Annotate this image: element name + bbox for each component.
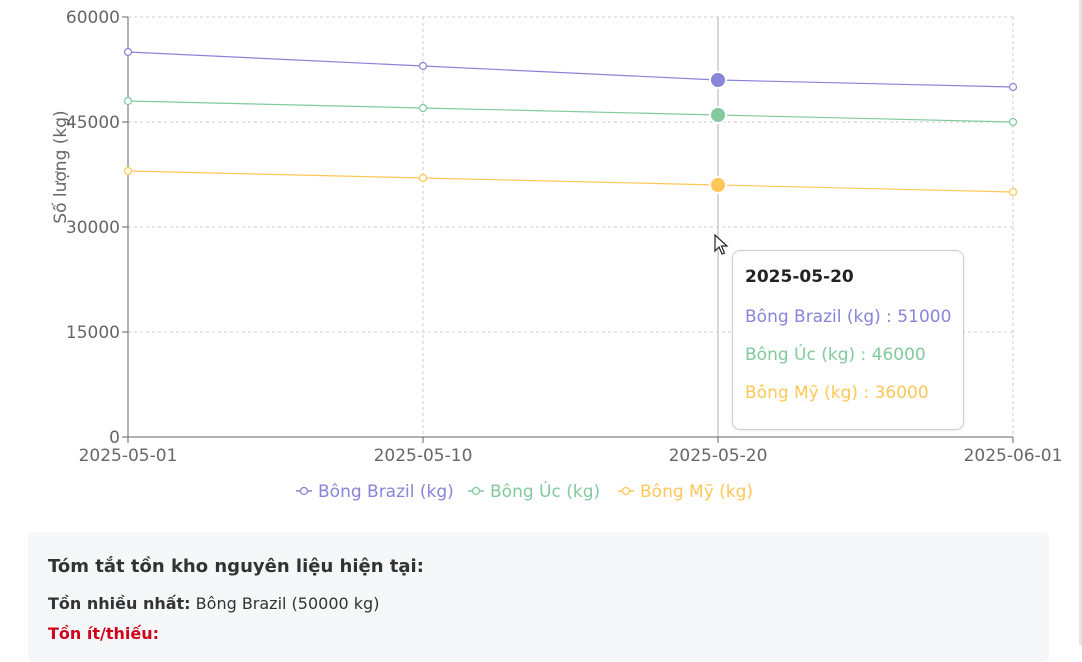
tooltip-title: 2025-05-20 — [745, 267, 854, 287]
data-point[interactable] — [123, 166, 133, 176]
series-line — [127, 170, 1014, 193]
active-data-point[interactable] — [709, 71, 727, 89]
data-point[interactable] — [123, 47, 133, 57]
y-tick-label: 30000 — [66, 218, 120, 238]
summary-least-label: Tồn ít/thiếu: — [48, 624, 160, 643]
summary-most-label: Tồn nhiều nhất: — [48, 594, 191, 613]
x-tick-label: 2025-05-20 — [669, 446, 768, 466]
legend-label[interactable]: Bông Mỹ (kg) — [640, 482, 753, 502]
y-tick-label: 60000 — [66, 8, 120, 28]
series-line — [127, 100, 1014, 123]
y-axis-title: Số lượng (kg) — [50, 110, 71, 223]
inventory-summary-panel: Tóm tắt tồn kho nguyên liệu hiện tại: Tồ… — [28, 532, 1049, 662]
data-point[interactable] — [418, 173, 428, 183]
summary-most-value: Bông Brazil (50000 kg) — [195, 594, 380, 613]
legend-icon[interactable] — [299, 486, 309, 496]
summary-least-line: Tồn ít/thiếu: — [48, 624, 159, 643]
legend[interactable]: Bông Brazil (kg) Bông Úc (kg) Bông Mỹ (kg) — [296, 480, 753, 502]
legend-label[interactable]: Bông Brazil (kg) — [318, 482, 454, 502]
summary-title: Tóm tắt tồn kho nguyên liệu hiện tại: — [48, 556, 424, 577]
legend-icon[interactable] — [621, 486, 631, 496]
y-tick-label: 45000 — [66, 113, 120, 133]
data-point[interactable] — [1008, 117, 1018, 127]
legend-label[interactable]: Bông Úc (kg) — [490, 480, 600, 502]
tooltip-row-uc: Bông Úc (kg) : 46000 — [745, 345, 926, 365]
data-point[interactable] — [1008, 187, 1018, 197]
x-tick-label: 2025-06-01 — [964, 446, 1063, 466]
series-line — [127, 51, 1014, 88]
tooltip-row-brazil: Bông Brazil (kg) : 51000 — [745, 307, 952, 327]
data-points[interactable] — [123, 47, 1018, 197]
chart-tooltip: 2025-05-20 Bông Brazil (kg) : 51000 Bông… — [732, 250, 964, 430]
data-point[interactable] — [123, 96, 133, 106]
x-tick-label: 2025-05-01 — [79, 446, 178, 466]
y-tick-label: 0 — [109, 428, 120, 448]
data-point[interactable] — [418, 103, 428, 113]
y-tick-label: 15000 — [66, 323, 120, 343]
data-point[interactable] — [1008, 82, 1018, 92]
x-tick-label: 2025-05-10 — [374, 446, 473, 466]
mouse-cursor-icon — [714, 234, 729, 255]
legend-icon[interactable] — [471, 486, 481, 496]
active-data-point[interactable] — [709, 106, 727, 124]
active-data-point[interactable] — [709, 176, 727, 194]
data-point[interactable] — [418, 61, 428, 71]
summary-most-line: Tồn nhiều nhất: Bông Brazil (50000 kg) — [48, 594, 379, 613]
tooltip-row-my: Bông Mỹ (kg) : 36000 — [745, 383, 929, 403]
